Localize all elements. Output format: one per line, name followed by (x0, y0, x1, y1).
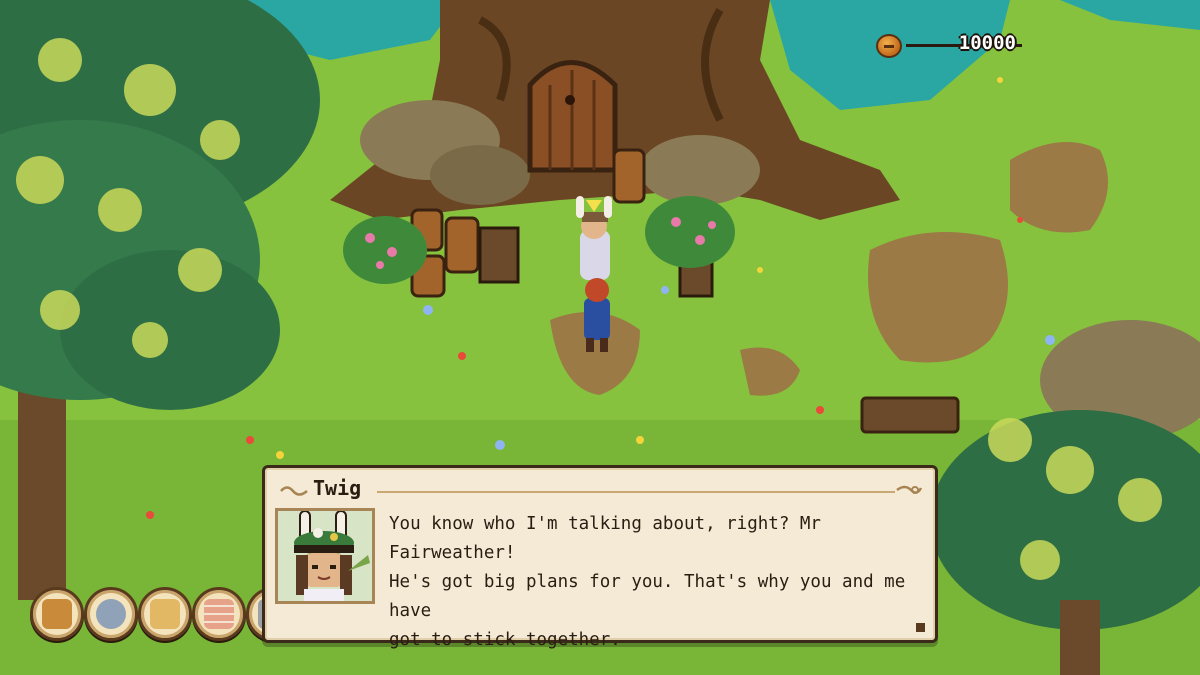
currency-value: 10000 (958, 32, 1016, 54)
npc-twig[interactable] (576, 196, 612, 280)
quest-button[interactable] (84, 587, 138, 641)
speaker-name: Twig (313, 476, 362, 500)
character-button[interactable] (30, 587, 84, 641)
calendar-icon (204, 599, 234, 629)
twig-portrait-icon (278, 511, 372, 601)
dialogue-text: You know who I'm talking about, right? M… (389, 510, 919, 655)
calendar-button[interactable] (192, 587, 246, 641)
coin-icon (876, 34, 902, 58)
dialogue-line: got to stick together. (389, 630, 621, 650)
fallen-log (860, 396, 960, 434)
dialogue-box[interactable]: Twig You know who I'm talking about, rig… (262, 465, 938, 650)
advance-indicator-icon[interactable] (916, 623, 925, 632)
dialogue-line: You know who I'm talking about, right? M… (389, 514, 821, 563)
map-scroll-icon (150, 599, 180, 629)
name-divider (377, 491, 895, 493)
flourish-right-icon (896, 485, 923, 494)
quest-mask-icon (96, 599, 126, 629)
character-portrait-icon (42, 599, 72, 629)
flourish-left-icon (280, 486, 308, 496)
map-button[interactable] (138, 587, 192, 641)
dialogue-line: He's got big plans for you. That's why y… (389, 572, 906, 621)
speaker-portrait (275, 508, 375, 604)
currency-display: 10000 (876, 32, 1022, 60)
